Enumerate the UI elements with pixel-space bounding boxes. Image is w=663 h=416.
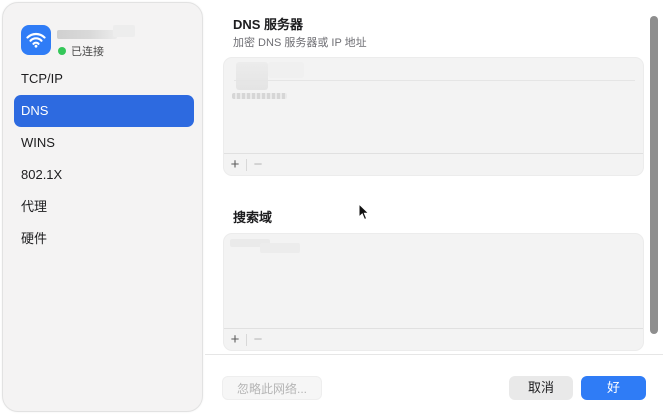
sidebar-item-hardware[interactable]: 硬件 (14, 223, 194, 255)
remove-search-domain-button[interactable]: − (247, 330, 269, 350)
search-domains-title: 搜索域 (233, 210, 273, 225)
sidebar: 已连接 TCP/IP DNS WINS 802.1X 代理 硬件 (2, 2, 203, 412)
forget-network-button[interactable]: 忽略此网络... (222, 376, 322, 400)
add-dns-button[interactable]: + (224, 155, 246, 175)
list-divider (234, 80, 635, 81)
sidebar-item-dns[interactable]: DNS (14, 95, 194, 127)
network-settings-window: 已连接 TCP/IP DNS WINS 802.1X 代理 硬件 DNS 服务器… (0, 0, 663, 416)
scrollbar-thumb[interactable] (650, 16, 658, 334)
mouse-cursor-icon (358, 203, 370, 221)
dns-servers-list[interactable]: + − (223, 57, 644, 176)
sidebar-item-8021x[interactable]: 802.1X (14, 159, 194, 191)
sidebar-nav: TCP/IP DNS WINS 802.1X 代理 硬件 (14, 63, 194, 255)
add-search-domain-button[interactable]: + (224, 330, 246, 350)
network-name-redacted (57, 30, 117, 39)
search-list-footer: + − (224, 328, 643, 350)
search-domain-redacted-tail (260, 243, 300, 253)
status-text: 已连接 (71, 46, 104, 58)
wifi-icon (21, 25, 51, 55)
status-dot-icon (58, 47, 66, 55)
remove-dns-button[interactable]: − (247, 155, 269, 175)
sidebar-item-proxy[interactable]: 代理 (14, 191, 194, 223)
dns-entry-redacted-tail (268, 62, 304, 78)
dns-list-footer: + − (224, 153, 643, 175)
network-name-redacted-tail (113, 25, 135, 37)
connection-status: 已连接 (58, 43, 104, 59)
network-header: 已连接 (21, 25, 201, 59)
ok-button[interactable]: 好 (581, 376, 646, 400)
dns-entry-redacted (236, 62, 268, 90)
dns-entry-2-redacted (232, 93, 287, 99)
dns-servers-subtitle: 加密 DNS 服务器或 IP 地址 (233, 37, 367, 49)
search-domains-list[interactable]: + − (223, 233, 644, 351)
sidebar-item-tcpip[interactable]: TCP/IP (14, 63, 194, 95)
sidebar-item-wins[interactable]: WINS (14, 127, 194, 159)
footer-divider (205, 354, 663, 355)
dns-servers-title: DNS 服务器 (233, 17, 304, 32)
cancel-button[interactable]: 取消 (509, 376, 573, 400)
